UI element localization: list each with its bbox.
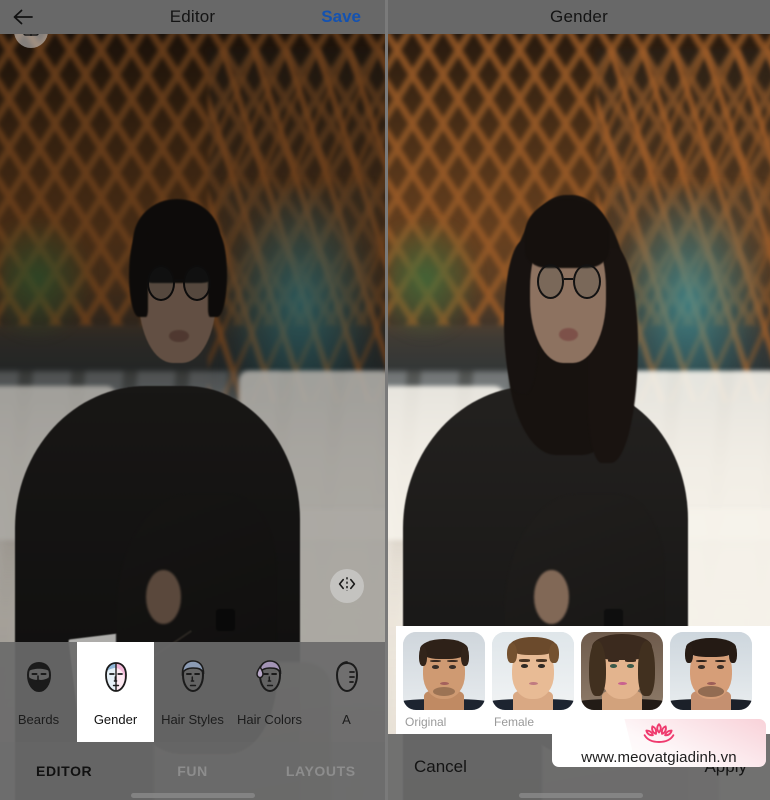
gender-split-face-icon xyxy=(95,657,137,704)
effects-toolbar[interactable]: Beards Gender Hair Styles Hair Colors A xyxy=(0,642,385,742)
bottom-tabbar[interactable]: EDITOR FUN LAYOUTS xyxy=(0,742,385,800)
home-indicator xyxy=(518,793,643,798)
thumb-cell-female-dark[interactable] xyxy=(581,632,663,715)
hair-style-face-icon xyxy=(172,657,214,704)
effect-label: Hair Styles xyxy=(161,712,224,727)
thumbnail-label: Original xyxy=(405,715,447,729)
effect-item-beards[interactable]: Beards xyxy=(0,642,77,742)
right-appbar: Gender xyxy=(388,0,770,34)
thumbnail-female-dark[interactable] xyxy=(581,632,663,710)
tab-layouts[interactable]: LAYOUTS xyxy=(257,763,385,779)
compare-button-left[interactable] xyxy=(330,569,364,603)
hair-color-face-icon xyxy=(249,657,291,704)
tab-editor[interactable]: EDITOR xyxy=(0,763,128,779)
gender-variant-strip[interactable]: Original Female xyxy=(396,626,770,734)
thumbnail-label: Female xyxy=(494,715,535,729)
save-button[interactable]: Save xyxy=(321,7,361,27)
home-indicator xyxy=(130,793,255,798)
beard-face-icon xyxy=(18,657,60,704)
effect-item-hair-styles[interactable]: Hair Styles xyxy=(154,642,231,742)
left-phone-panel: Editor Save Beards Gender Hair Styles Ha… xyxy=(0,0,385,800)
effect-label: Beards xyxy=(17,712,60,727)
effect-label: Hair Colors xyxy=(236,712,302,727)
effect-item-age[interactable]: A xyxy=(308,642,385,742)
lotus-flower-icon xyxy=(636,721,682,748)
thumbnail-original[interactable] xyxy=(403,632,485,710)
watermark-text: www.meovatgiadinh.vn xyxy=(581,748,737,766)
cancel-button[interactable]: Cancel xyxy=(414,757,467,777)
dual-screenshot-comparison: Editor Save Beards Gender Hair Styles Ha… xyxy=(0,0,770,800)
right-page-title: Gender xyxy=(550,7,608,26)
thumb-cell-original[interactable]: Original xyxy=(403,632,485,729)
compare-slider-icon xyxy=(337,575,357,598)
effect-label: Gender xyxy=(93,712,138,727)
thumbnail-female[interactable] xyxy=(492,632,574,710)
effect-label: A xyxy=(342,712,351,727)
right-phone-panel: Gender Original Female Cancel xyxy=(385,0,770,800)
thumb-cell-female[interactable]: Female xyxy=(492,632,574,729)
back-arrow-icon xyxy=(12,8,34,26)
thumb-cell-male-short[interactable] xyxy=(670,632,752,715)
thumbnail-male-short[interactable] xyxy=(670,632,752,710)
left-appbar: Editor Save xyxy=(0,0,385,34)
age-face-icon xyxy=(326,657,368,704)
site-watermark: www.meovatgiadinh.vn xyxy=(552,719,766,767)
tab-fun[interactable]: FUN xyxy=(128,763,256,779)
effect-item-gender[interactable]: Gender xyxy=(77,642,154,742)
back-button[interactable] xyxy=(0,0,46,34)
effect-item-hair-colors[interactable]: Hair Colors xyxy=(231,642,308,742)
